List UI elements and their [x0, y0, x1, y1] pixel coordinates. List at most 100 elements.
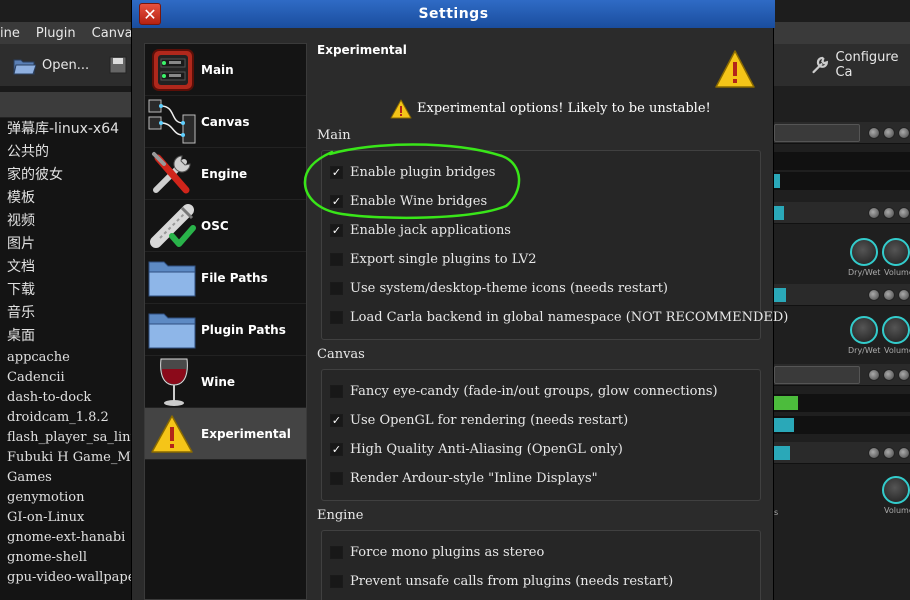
option-fancy-eye-candy[interactable]: Fancy eye-candy (fade-in/out groups, glo…	[330, 381, 718, 401]
save-disk-icon	[109, 56, 127, 74]
open-button-label: Open...	[42, 57, 90, 73]
option-high-quality-antialiasing[interactable]: ✓ High Quality Anti-Aliasing (OpenGL onl…	[330, 439, 623, 459]
menu-item-plugin[interactable]: Plugin	[36, 26, 76, 41]
tree-item[interactable]: 弹幕库-linux-x64	[0, 118, 132, 141]
tree-item[interactable]: 视频	[0, 210, 132, 233]
tree-item[interactable]: 下载	[0, 279, 132, 302]
sidebar-item-canvas[interactable]: Canvas	[145, 96, 306, 148]
tree-item[interactable]: 桌面	[0, 325, 132, 348]
option-label: Force mono plugins as stereo	[350, 544, 545, 560]
option-use-system-theme-icons[interactable]: Use system/desktop-theme icons (needs re…	[330, 278, 668, 298]
rack-led	[883, 369, 895, 381]
checkbox[interactable]	[330, 471, 343, 485]
checkbox[interactable]	[330, 545, 343, 559]
rack-header	[774, 284, 910, 306]
close-button[interactable]: ✕	[139, 3, 161, 25]
dialog-titlebar[interactable]: ✕ Settings	[132, 0, 775, 28]
option-use-opengl[interactable]: ✓ Use OpenGL for rendering (needs restar…	[330, 410, 628, 430]
option-label: Load Carla backend in global namespace (…	[350, 309, 789, 325]
option-load-global-namespace[interactable]: Load Carla backend in global namespace (…	[330, 307, 788, 327]
tree-item[interactable]: droidcam_1.8.2	[0, 408, 132, 428]
sidebar-item-label: Experimental	[201, 426, 291, 441]
sidebar-item-osc[interactable]: OSC	[145, 200, 306, 252]
tree-item[interactable]: 家的彼女	[0, 164, 132, 187]
save-button[interactable]	[108, 44, 128, 86]
warning-icon	[145, 408, 201, 460]
file-tree[interactable]: 弹幕库-linux-x64 公共的 家的彼女 模板 视频 图片 文档 下载 音乐…	[0, 118, 132, 600]
rack-led	[898, 207, 910, 219]
section-title-canvas: Canvas	[317, 347, 365, 362]
sidebar-item-wine[interactable]: Wine	[145, 356, 306, 408]
sidebar-item-file-paths[interactable]: File Paths	[145, 252, 306, 304]
option-force-mono-stereo[interactable]: Force mono plugins as stereo	[330, 542, 544, 562]
tree-item[interactable]: gnome-ext-hanabi	[0, 528, 132, 548]
volume-knob[interactable]	[882, 316, 910, 344]
tree-item[interactable]: GI-on-Linux	[0, 508, 132, 528]
rack-header	[774, 122, 910, 144]
tree-item[interactable]: 图片	[0, 233, 132, 256]
tree-item[interactable]: Cadencii	[0, 368, 132, 388]
settings-dialog: ✕ Settings Main Canvas Engine OSC File P…	[131, 0, 788, 600]
option-export-single-plugins-lv2[interactable]: Export single plugins to LV2	[330, 249, 537, 269]
volume-knob[interactable]	[882, 476, 910, 504]
rack-led	[868, 447, 880, 459]
folder-icon	[145, 304, 201, 356]
sidebar-item-label: Canvas	[201, 114, 250, 129]
sidebar-item-experimental[interactable]: Experimental	[145, 408, 306, 460]
checkbox[interactable]	[330, 281, 343, 295]
rack-preset-combo[interactable]	[774, 366, 860, 384]
tree-item[interactable]: Games	[0, 468, 132, 488]
wine-glass-icon	[145, 356, 201, 408]
option-label: Prevent unsafe calls from plugins (needs…	[350, 573, 674, 589]
tree-item[interactable]: dash-to-dock	[0, 388, 132, 408]
rack-preset-combo[interactable]	[774, 124, 860, 142]
checkbox[interactable]	[330, 310, 343, 324]
sidebar-item-main[interactable]: Main	[145, 44, 306, 96]
configure-button[interactable]: Configure Ca	[810, 44, 910, 86]
tree-item[interactable]: gnome-shell	[0, 548, 132, 568]
checkbox[interactable]	[330, 252, 343, 266]
rack-led	[868, 207, 880, 219]
rack-led	[868, 127, 880, 139]
tree-item[interactable]: flash_player_sa_linux	[0, 428, 132, 448]
rack-led	[898, 447, 910, 459]
menu-item-engine[interactable]: ine	[0, 26, 20, 41]
checkbox[interactable]: ✓	[330, 223, 343, 237]
sidebar-item-label: File Paths	[201, 270, 268, 285]
option-inline-displays[interactable]: Render Ardour-style "Inline Displays"	[330, 468, 598, 488]
sidebar-item-label: OSC	[201, 218, 229, 233]
checkbox[interactable]	[330, 384, 343, 398]
sidebar-item-label: Main	[201, 62, 234, 77]
file-tree-header	[0, 92, 132, 118]
configure-button-label: Configure Ca	[835, 50, 899, 80]
experimental-panel: Experimental Experimental options! Likel…	[315, 43, 788, 600]
open-button[interactable]: Open...	[12, 44, 89, 86]
rack-led	[883, 127, 895, 139]
tree-item[interactable]: Fubuki H Game_M	[0, 448, 132, 468]
dry-wet-knob[interactable]	[850, 316, 878, 344]
partial-knob-label: s	[774, 508, 779, 517]
rack-led	[883, 447, 895, 459]
tree-item[interactable]: 公共的	[0, 141, 132, 164]
tree-item[interactable]: genymotion	[0, 488, 132, 508]
section-title-engine: Engine	[317, 508, 364, 523]
tree-item[interactable]: gpu-video-wallpaper	[0, 568, 132, 588]
dry-wet-label: Dry/Wet	[848, 268, 881, 277]
tree-item[interactable]: appcache	[0, 348, 132, 368]
sidebar-item-plugin-paths[interactable]: Plugin Paths	[145, 304, 306, 356]
option-prevent-unsafe-calls[interactable]: Prevent unsafe calls from plugins (needs…	[330, 571, 673, 591]
rack-header	[774, 442, 910, 464]
tree-item[interactable]: 音乐	[0, 302, 132, 325]
checkbox[interactable]: ✓	[330, 413, 343, 427]
option-enable-jack-applications[interactable]: ✓ Enable jack applications	[330, 220, 511, 240]
checkbox[interactable]: ✓	[330, 442, 343, 456]
settings-sidebar: Main Canvas Engine OSC File Paths Plugin…	[144, 43, 307, 600]
open-folder-icon	[13, 59, 36, 75]
dry-wet-knob[interactable]	[850, 238, 878, 266]
tree-item[interactable]: 文档	[0, 256, 132, 279]
engine-tools-icon	[145, 148, 201, 200]
volume-knob[interactable]	[882, 238, 910, 266]
sidebar-item-engine[interactable]: Engine	[145, 148, 306, 200]
tree-item[interactable]: 模板	[0, 187, 132, 210]
checkbox[interactable]	[330, 574, 343, 588]
